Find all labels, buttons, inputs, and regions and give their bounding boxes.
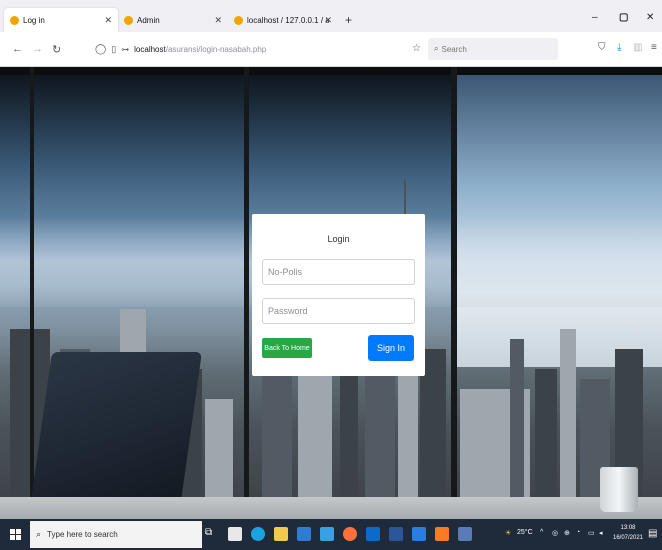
back-arrow-icon[interactable]: ← — [12, 43, 23, 55]
system-clock[interactable]: 13:08 16/07/2021 — [610, 523, 646, 543]
tab-admin[interactable]: Admin ✕ — [118, 8, 228, 32]
tab-title: Log in — [23, 15, 45, 25]
store-icon[interactable] — [297, 527, 311, 541]
building — [340, 369, 358, 499]
task-view-icon[interactable]: ⧉ — [205, 527, 219, 541]
window-frame-post — [451, 67, 457, 519]
tab-close-icon[interactable]: ✕ — [214, 15, 222, 26]
windows-start-icon[interactable] — [10, 529, 21, 540]
sign-in-button[interactable]: Sign In — [368, 335, 414, 361]
site-favicon-icon — [10, 15, 19, 25]
coffee-mug-image — [600, 467, 638, 512]
file-explorer-icon[interactable] — [228, 527, 242, 541]
sync-icon[interactable]: ⊕ — [564, 529, 570, 537]
site-favicon-icon — [234, 15, 243, 25]
clock-date: 16/07/2021 — [612, 535, 644, 541]
login-title: Login — [327, 234, 350, 244]
page-info-icon[interactable]: ▯ — [111, 44, 116, 55]
back-to-home-button[interactable]: Back To Home — [262, 338, 312, 358]
network-icon[interactable]: ◎ — [552, 529, 558, 537]
weather-icon[interactable]: ☀ — [505, 529, 511, 537]
word-icon[interactable] — [389, 527, 403, 541]
login-card: Login Back To Home Sign In — [252, 214, 425, 376]
navigation-bar: ← → ↻ ◯ ▯ ⊶ localhost/asuransi/login-nas… — [0, 32, 662, 67]
search-input[interactable] — [441, 44, 542, 54]
taskbar: ⌕ Type here to search ⧉ ☀ 25°C ^ ◎ ⊕ ◔ ▭… — [0, 519, 662, 550]
pocket-icon[interactable]: ⛉ — [598, 42, 606, 53]
bookmark-star-icon[interactable]: ☆ — [412, 43, 421, 54]
new-tab-plus-icon[interactable]: + — [345, 13, 352, 27]
tab-phpmyadmin[interactable]: localhost / 127.0.0.1 / asuransi ✕ — [228, 8, 338, 32]
mail-icon[interactable] — [320, 527, 334, 541]
site-favicon-icon — [124, 15, 133, 25]
tab-login[interactable]: Log in ✕ — [4, 8, 118, 32]
password-input[interactable] — [262, 298, 415, 324]
reload-icon[interactable]: ↻ — [52, 43, 61, 56]
library-icon[interactable]: ▥ — [633, 42, 642, 53]
tab-close-icon[interactable]: ✕ — [324, 15, 332, 26]
url-path: /asuransi/login-nasabah.php — [165, 44, 267, 54]
xampp-icon[interactable] — [435, 527, 449, 541]
app-icon[interactable] — [458, 527, 472, 541]
battery-icon[interactable]: ▭ — [588, 529, 595, 537]
restore-icon[interactable]: ▢ — [619, 12, 628, 23]
folder-icon[interactable] — [274, 527, 288, 541]
wifi-icon[interactable]: ◔ — [576, 529, 580, 536]
url-host: localhost — [134, 44, 166, 54]
vscode-icon[interactable] — [412, 527, 426, 541]
forward-arrow-icon[interactable]: → — [32, 43, 43, 55]
tray-chevron-icon[interactable]: ^ — [540, 529, 543, 536]
polis-number-input[interactable] — [262, 259, 415, 285]
page-background: Login Back To Home Sign In — [0, 67, 662, 519]
building — [535, 369, 557, 499]
key-icon[interactable]: ⊶ — [121, 45, 129, 54]
desk-surface — [0, 497, 662, 519]
tab-strip: Log in ✕ Admin ✕ localhost / 127.0.0.1 /… — [0, 0, 662, 32]
laptop-image — [28, 352, 202, 519]
volume-icon[interactable]: ◂ — [599, 529, 603, 537]
firefox-icon[interactable] — [343, 527, 357, 541]
building — [205, 399, 233, 499]
edge-browser-icon[interactable] — [251, 527, 265, 541]
app-icon[interactable] — [366, 527, 380, 541]
window-frame-top — [0, 67, 662, 75]
window-frame-post — [244, 67, 249, 519]
clock-time: 13:08 — [620, 525, 636, 531]
notification-icon[interactable]: ▤ — [648, 528, 657, 539]
download-icon[interactable]: ⤓ — [617, 42, 621, 53]
building — [560, 329, 576, 499]
taskbar-search-placeholder: Type here to search — [47, 530, 118, 539]
minimize-icon[interactable]: – — [592, 12, 598, 23]
search-icon: ⌕ — [434, 44, 439, 53]
window-close-icon[interactable]: ✕ — [646, 12, 654, 23]
taskbar-search-box[interactable]: ⌕ Type here to search — [30, 521, 202, 548]
building — [510, 339, 524, 499]
tab-title: Admin — [137, 15, 160, 25]
search-icon: ⌕ — [36, 529, 42, 539]
menu-icon[interactable]: ≡ — [651, 42, 657, 53]
search-bar[interactable]: ⌕ — [428, 38, 558, 60]
shield-icon[interactable]: ◯ — [95, 44, 106, 55]
url-bar[interactable]: ◯ ▯ ⊶ localhost/asuransi/login-nasabah.p… — [95, 38, 425, 60]
window-frame-post — [30, 67, 34, 519]
tab-title: localhost / 127.0.0.1 / asuransi — [247, 15, 329, 25]
weather-temperature[interactable]: 25°C — [517, 529, 533, 536]
tab-close-icon[interactable]: ✕ — [104, 15, 112, 26]
